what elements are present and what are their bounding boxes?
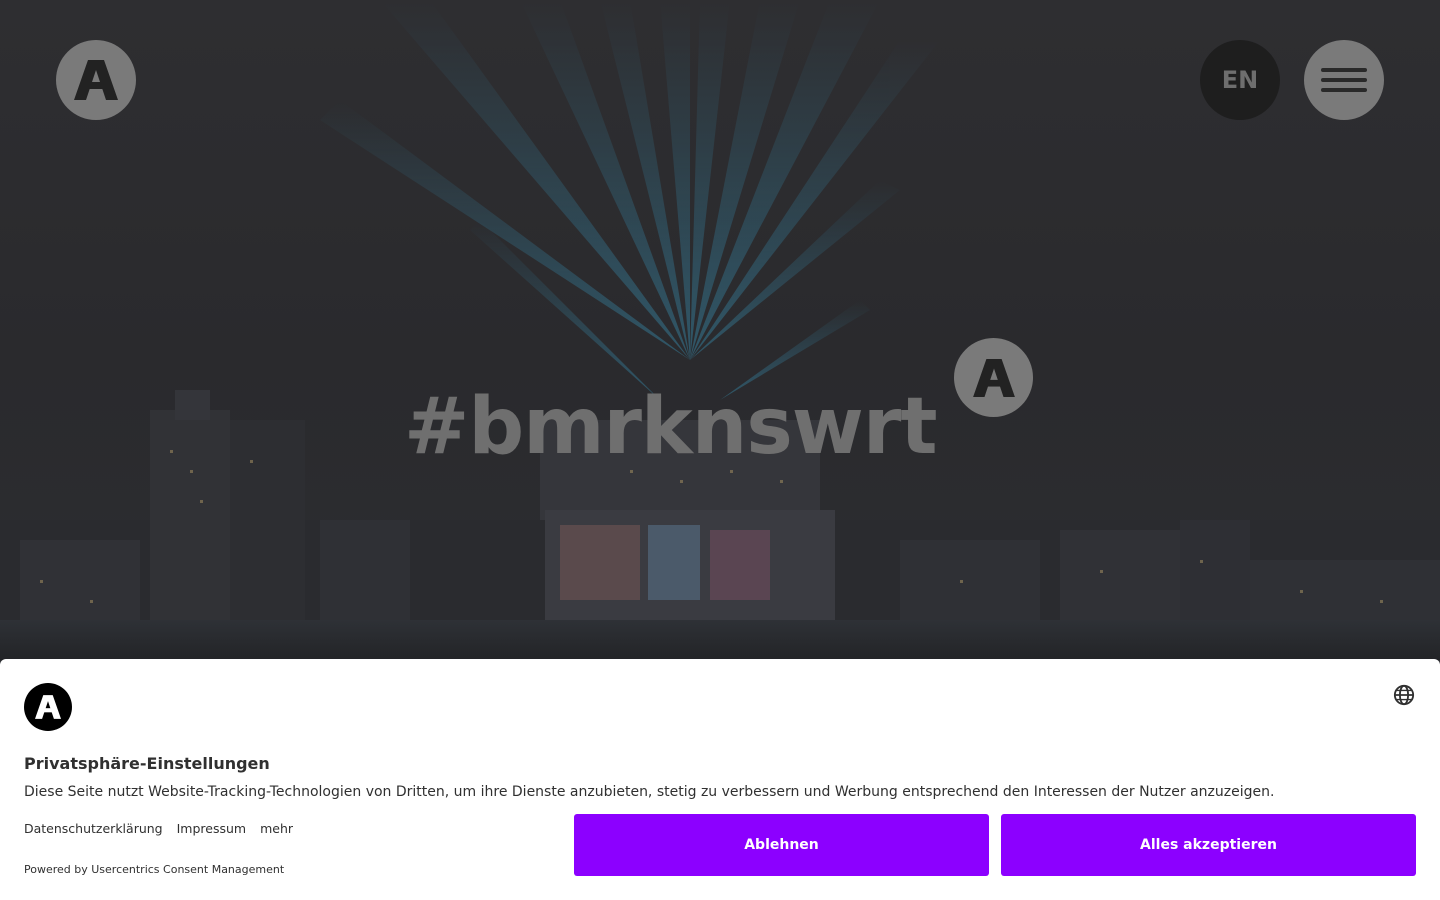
globe-icon xyxy=(1393,684,1415,706)
consent-title: Privatsphäre-Einstellungen xyxy=(24,754,270,773)
brand-a-logo-icon xyxy=(74,60,118,100)
brand-a-logo-icon xyxy=(972,358,1015,397)
privacy-policy-link[interactable]: Datenschutzerklärung xyxy=(24,821,163,836)
more-info-link[interactable]: mehr xyxy=(260,821,293,836)
language-label: EN xyxy=(1221,66,1259,94)
menu-button[interactable] xyxy=(1304,40,1384,120)
accept-all-button[interactable]: Alles akzeptieren xyxy=(1001,814,1416,876)
consent-links: Datenschutzerklärung Impressum mehr xyxy=(24,821,293,836)
consent-logo xyxy=(24,683,72,731)
imprint-link[interactable]: Impressum xyxy=(177,821,246,836)
hero-badge xyxy=(954,338,1033,417)
consent-description: Diese Seite nutzt Website-Tracking-Techn… xyxy=(24,784,1275,800)
powered-by-text: Powered by Usercentrics Consent Manageme… xyxy=(24,863,285,876)
language-select-button[interactable] xyxy=(1392,683,1416,707)
hero-headline: #bmrknswrt xyxy=(404,382,938,472)
consent-banner: Privatsphäre-Einstellungen Diese Seite n… xyxy=(0,659,1440,900)
page: EN #bmrknswrt Privatsphäre-Einstellungen… xyxy=(0,0,1440,900)
hamburger-menu-icon xyxy=(1321,68,1367,92)
brand-logo[interactable] xyxy=(56,40,136,120)
deny-button[interactable]: Ablehnen xyxy=(574,814,989,876)
brand-a-logo-icon xyxy=(35,695,61,719)
language-button[interactable]: EN xyxy=(1200,40,1280,120)
